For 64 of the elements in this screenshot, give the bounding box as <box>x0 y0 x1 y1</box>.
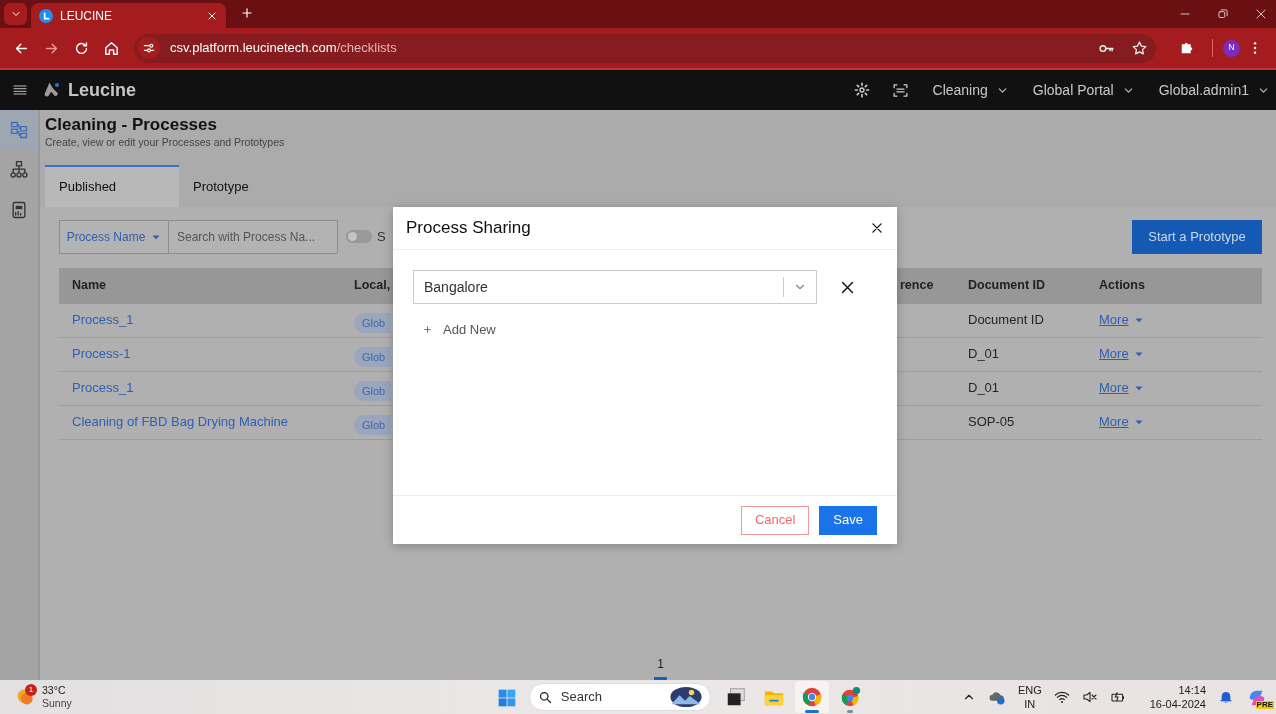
toggle-label: S <box>377 228 386 246</box>
preview-badge: PRE <box>1255 701 1274 709</box>
plus-icon <box>422 324 433 336</box>
toggle-switch[interactable] <box>346 230 372 244</box>
tab-title: LEUCINE <box>60 7 113 25</box>
page-tab[interactable]: Published <box>45 164 179 207</box>
site-settings-icon[interactable] <box>142 41 156 55</box>
browser-tab[interactable]: LEUCINE <box>31 3 226 28</box>
search-field[interactable]: Search with Process Na... <box>169 219 338 254</box>
table-cell-text: Document ID <box>968 310 1044 329</box>
brand-name: Leucine <box>68 78 137 102</box>
landscape-icon <box>667 686 704 708</box>
column-header: Document ID <box>968 277 1046 295</box>
temperature: 33°C <box>42 684 67 697</box>
table-cell-text: D_01 <box>968 344 1000 363</box>
clock[interactable]: 14:14 16-04-2024 <box>1149 683 1206 711</box>
wifi-icon[interactable] <box>1053 689 1070 705</box>
page-tab[interactable]: Prototype <box>179 164 313 207</box>
scope-tag: Glob <box>354 346 392 368</box>
settings-icon[interactable] <box>853 82 870 98</box>
page-title: Cleaning - Processes <box>45 115 218 135</box>
column-header: Name <box>72 277 107 295</box>
restore-icon[interactable] <box>1216 7 1230 21</box>
add-new-button[interactable]: Add New <box>422 320 496 340</box>
star-icon[interactable] <box>1131 39 1148 57</box>
taskbar-search[interactable]: Search <box>528 683 711 711</box>
save-button[interactable]: Save <box>819 505 877 535</box>
nav-dropdown[interactable]: Global Portal <box>1032 79 1135 101</box>
profile-avatar[interactable]: N <box>1223 39 1240 57</box>
nav-dropdown[interactable]: Cleaning <box>932 79 1009 101</box>
weather-condition: Sunny <box>42 697 72 710</box>
column-header: Actions <box>1099 277 1145 295</box>
close-button[interactable] <box>870 221 884 235</box>
table-cell-text: D_01 <box>968 378 1000 397</box>
favicon-icon <box>39 8 53 23</box>
column-header: rence <box>900 277 934 295</box>
hierarchy-icon[interactable] <box>9 160 29 180</box>
url-text: csv.platform.leucinetech.com/checklists <box>170 39 397 58</box>
start-prototype-button[interactable]: Start a Prototype <box>1132 219 1262 254</box>
column-header: Local, <box>354 277 391 295</box>
home-icon[interactable] <box>102 39 120 57</box>
page-subtitle: Create, view or edit your Processes and Prototypes <box>45 135 286 150</box>
nav-dropdown[interactable]: Global.admin1 <box>1158 79 1270 101</box>
close-icon <box>870 221 884 235</box>
language-indicator[interactable]: ENG IN <box>1017 683 1042 711</box>
tab-search-button[interactable] <box>4 3 27 25</box>
close-icon[interactable] <box>1254 7 1268 21</box>
battery-icon[interactable] <box>1109 689 1126 705</box>
bell-icon[interactable] <box>1218 689 1234 705</box>
start-icon[interactable] <box>496 687 517 708</box>
search-icon <box>537 689 553 705</box>
scope-tag: Glob <box>354 414 392 436</box>
scope-tag: Glob <box>354 312 392 334</box>
table-cell-text: SOP-05 <box>968 412 1015 431</box>
menu-icon[interactable] <box>12 82 28 98</box>
location-select[interactable]: Bangalore <box>413 270 817 304</box>
scan-icon[interactable] <box>891 81 909 99</box>
browser-icon <box>800 686 823 708</box>
notification-badge: 1 <box>25 684 37 696</box>
address-bar[interactable]: csv.platform.leucinetech.com/checklists <box>134 33 1156 63</box>
plus-icon <box>240 6 254 20</box>
scope-tag: Glob <box>354 380 392 402</box>
speaker-muted-icon[interactable] <box>1081 689 1098 705</box>
dialog-title: Process Sharing <box>406 217 531 240</box>
